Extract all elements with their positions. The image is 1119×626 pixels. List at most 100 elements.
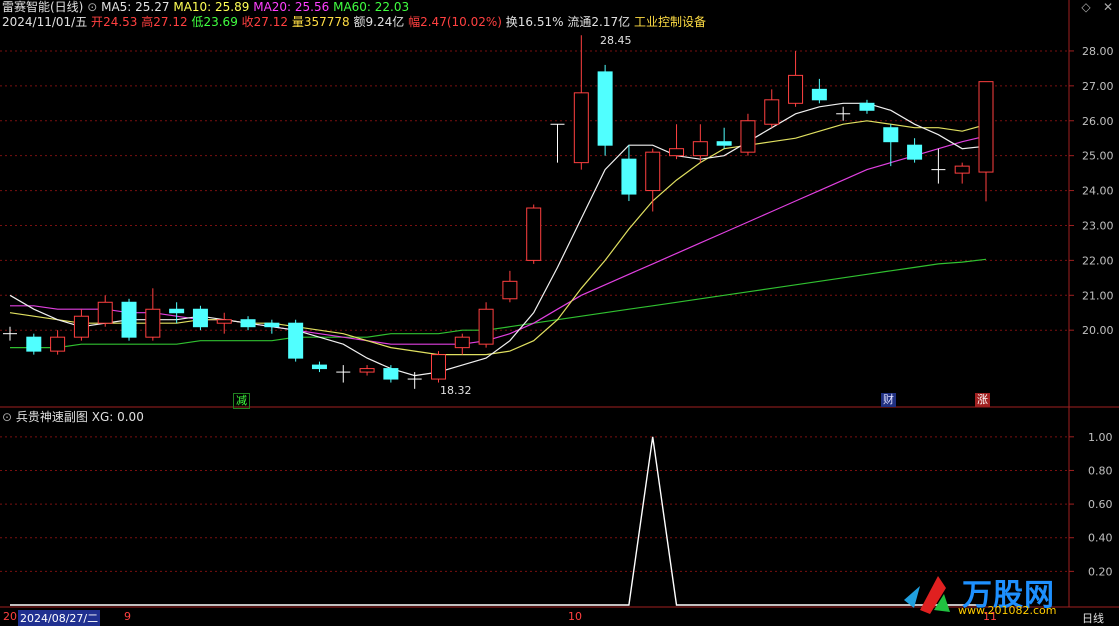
candle-body xyxy=(597,71,613,146)
high-marker: 28.45 xyxy=(598,34,634,48)
indicator-tick-label: 0.60 xyxy=(1088,498,1113,511)
candle-body xyxy=(621,158,637,195)
xg-line xyxy=(10,436,986,606)
stock-name[interactable]: 雷赛智能(日线) xyxy=(2,0,83,14)
indicator-settings-icon[interactable]: ⊙ xyxy=(2,410,12,424)
price-tick-label: 22.00 xyxy=(1082,254,1114,267)
high-label: 高 xyxy=(141,15,154,29)
low-label: 低 xyxy=(191,15,204,29)
price-tick-label: 20.00 xyxy=(1082,324,1114,337)
candle-body xyxy=(50,336,66,352)
candle-body xyxy=(907,144,923,160)
candle-body xyxy=(216,319,232,324)
candle-body xyxy=(359,368,375,373)
float-value: 流通2.17亿 xyxy=(567,15,631,29)
candle-body xyxy=(430,354,446,380)
low-value: 23.69 xyxy=(203,15,238,29)
candle-body xyxy=(169,308,185,314)
low-marker: 18.32 xyxy=(438,384,474,398)
candle-body xyxy=(121,301,137,338)
high-value: 27.12 xyxy=(153,15,188,29)
candle-body xyxy=(978,81,994,173)
amount-value: 9.24亿 xyxy=(365,15,405,29)
candle-body xyxy=(954,165,970,174)
price-tick-label: 24.00 xyxy=(1082,185,1114,198)
open-value: 24.53 xyxy=(103,15,138,29)
industry-label[interactable]: 工业控制设备 xyxy=(634,15,706,29)
candle-body xyxy=(788,74,804,104)
event-cai[interactable]: 财 xyxy=(881,393,896,407)
indicator-title[interactable]: 兵贵神速副图 xyxy=(16,410,88,424)
low-marker-label: 18.32 xyxy=(440,384,472,397)
candle-body xyxy=(526,207,542,261)
vol-label: 量 xyxy=(291,15,304,29)
high-marker-label: 28.45 xyxy=(600,34,632,47)
candle-body xyxy=(26,336,42,352)
candle-body xyxy=(859,102,875,111)
close-icon[interactable]: ✕ xyxy=(1101,0,1115,14)
candle-body xyxy=(764,99,780,125)
candle-body xyxy=(645,151,661,192)
chg-value: 2.47(10.02%) xyxy=(420,15,502,29)
month-9-label: 9 xyxy=(124,610,131,623)
candle-body xyxy=(97,301,113,324)
close-label: 收 xyxy=(241,15,254,29)
quote-bar: 2024/11/01/五 开24.53 高27.12 低23.69 收27.12… xyxy=(2,15,706,29)
candle-body xyxy=(288,322,304,359)
candle-body xyxy=(883,127,899,143)
event-zhang[interactable]: 涨 xyxy=(975,393,990,407)
turnover-value: 换16.51% xyxy=(505,15,564,29)
candle-body xyxy=(716,141,732,146)
watermark-logo: 万股网 www.201082.com xyxy=(900,570,1100,620)
diamond-icon[interactable]: ◇ xyxy=(1079,0,1093,14)
event-cai-label: 财 xyxy=(883,393,894,406)
indicator-tick-label: 0.80 xyxy=(1088,464,1113,477)
candle-body xyxy=(478,308,494,345)
candle-body xyxy=(811,88,827,101)
quote-date: 2024/11/01/五 xyxy=(2,15,88,29)
ma60-label: MA60: 22.03 xyxy=(333,0,410,14)
event-zhang-label: 涨 xyxy=(977,393,988,406)
time-axis-left-stub: 20 xyxy=(3,610,17,623)
chg-label: 幅 xyxy=(408,15,421,29)
ma10-label: MA10: 25.89 xyxy=(173,0,250,14)
candle-body xyxy=(73,315,89,338)
price-tick-label: 27.00 xyxy=(1082,80,1114,93)
chevron-down-icon[interactable]: ⊙ xyxy=(87,0,97,14)
open-label: 开 xyxy=(91,15,104,29)
price-tick-label: 25.00 xyxy=(1082,150,1114,163)
candle-body xyxy=(573,92,589,164)
event-jian-label: 减 xyxy=(236,394,247,407)
ma5-label: MA5: 25.27 xyxy=(101,0,170,14)
month-10-label: 10 xyxy=(568,610,582,623)
indicator-value: XG: 0.00 xyxy=(91,410,144,424)
candle-body xyxy=(740,120,756,153)
candle-body xyxy=(692,141,708,157)
candle-body xyxy=(240,319,256,328)
candle-body xyxy=(264,322,280,328)
header-bar: 雷赛智能(日线) ⊙ MA5: 25.27 MA10: 25.89 MA20: … xyxy=(2,0,409,14)
vol-value: 357778 xyxy=(303,15,350,29)
logo-url: www.201082.com xyxy=(958,604,1057,617)
candle-body xyxy=(669,148,685,157)
amount-label: 额 xyxy=(353,15,366,29)
price-tick-label: 23.00 xyxy=(1082,219,1114,232)
event-jian[interactable]: 减 xyxy=(233,393,250,409)
ma20-label: MA20: 25.56 xyxy=(253,0,330,14)
candle-body xyxy=(502,280,518,300)
candle-body xyxy=(383,368,399,380)
candle-body xyxy=(311,364,327,370)
indicator-tick-label: 0.40 xyxy=(1088,532,1113,545)
candle-body xyxy=(454,336,470,349)
close-value: 27.12 xyxy=(253,15,289,29)
chart-canvas[interactable]: 28.00 27.00 26.00 25.00 24.00 23.00 22.00 21.00… xyxy=(0,0,1119,625)
price-tick-label: 28.00 xyxy=(1082,45,1114,58)
indicator-tick-label: 1.00 xyxy=(1088,431,1113,444)
indicator-header: ⊙ 兵贵神速副图 XG: 0.00 xyxy=(2,410,144,424)
candle-body xyxy=(192,308,208,328)
price-tick-label: 26.00 xyxy=(1082,115,1114,128)
date-cursor-label: 2024/08/27/二 xyxy=(18,610,101,626)
window-controls: ◇ ✕ xyxy=(1071,0,1115,14)
candle-body xyxy=(145,308,161,338)
price-tick-label: 21.00 xyxy=(1082,289,1114,302)
